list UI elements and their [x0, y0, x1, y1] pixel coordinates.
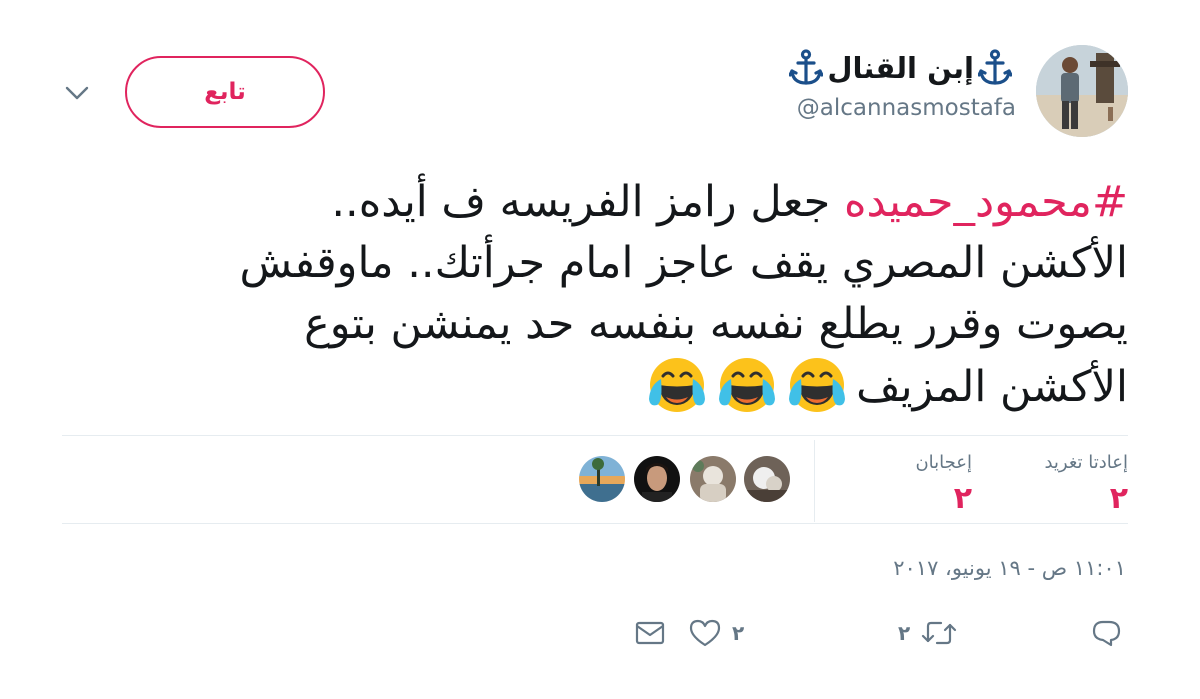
like-count: ٢ [732, 621, 745, 645]
tweet-timestamp[interactable]: ١١:٠١ ص - ١٩ يونيو، ٢٠١٧ [893, 556, 1126, 580]
follow-button[interactable]: تابع [125, 56, 325, 128]
liker-avatar-photo [579, 456, 625, 502]
liker-avatar[interactable] [744, 456, 790, 502]
like-button[interactable]: ٢ [688, 614, 744, 652]
retweet-icon [922, 621, 957, 645]
retweet-button[interactable]: ٢ [898, 614, 958, 652]
anchor-icon [978, 49, 1012, 85]
chevron-down-icon[interactable] [64, 84, 90, 102]
stats-bottom-divider [62, 523, 1128, 524]
stats-vertical-divider [814, 440, 815, 522]
retweet-count: ٢ [898, 621, 911, 645]
liker-avatar[interactable] [634, 456, 680, 502]
reply-button[interactable] [1090, 614, 1122, 652]
tweet-text-line: الأكشن المزيف [68, 355, 1128, 418]
laughing-tears-emoji-icon [789, 358, 846, 412]
stats-top-divider [62, 435, 1128, 436]
display-name-text: إبن القنال [827, 51, 974, 85]
liker-avatar-photo [690, 456, 736, 502]
tweet-card: إبن القنال @alcannasmostafa تابع #محمود_… [0, 0, 1200, 699]
anchor-icon [789, 49, 824, 85]
tweet-text-line: الأكشن المصري يقف عاجز امام جرأتك.. ماوق… [239, 238, 1128, 288]
tweet-text-line: يصوت وقرر يطلع نفسه بنفسه حد يمنشن بتوع [304, 299, 1128, 349]
tweet-text-line: #محمود_حميده جعل رامز الفريسه ف أيده.. [68, 172, 1128, 233]
display-name[interactable]: إبن القنال [789, 46, 1012, 90]
tweet-text-segment: الأكشن المزيف [856, 362, 1128, 412]
laughing-tears-emoji-icon [719, 358, 776, 412]
hashtag-link[interactable]: #محمود_حميده [844, 177, 1128, 227]
laughing-tears-emoji-icon [649, 358, 706, 412]
mail-icon [635, 621, 665, 645]
reply-icon [1092, 620, 1121, 647]
avatar[interactable] [1036, 45, 1128, 137]
liker-avatar[interactable] [690, 456, 736, 502]
tweet-text: #محمود_حميده جعل رامز الفريسه ف أيده.. ا… [68, 172, 1128, 418]
likes-stat[interactable]: إعجابان ٢ [915, 452, 972, 516]
liker-avatar-photo [634, 456, 680, 502]
retweets-stat[interactable]: إعادتا تغريد ٢ [1044, 452, 1128, 516]
tweet-text-segment: جعل رامز الفريسه ف أيده.. [331, 177, 844, 227]
likes-count: ٢ [953, 481, 972, 516]
direct-message-button[interactable] [634, 614, 666, 652]
likes-label: إعجابان [915, 452, 972, 473]
retweets-count: ٢ [1109, 481, 1128, 516]
liker-avatar[interactable] [579, 456, 625, 502]
heart-icon [689, 619, 721, 647]
emoji-row [644, 355, 850, 415]
retweets-label: إعادتا تغريد [1044, 452, 1128, 473]
liker-avatar-photo [744, 456, 790, 502]
username[interactable]: @alcannasmostafa [797, 95, 1016, 121]
avatar-photo [1036, 45, 1128, 137]
